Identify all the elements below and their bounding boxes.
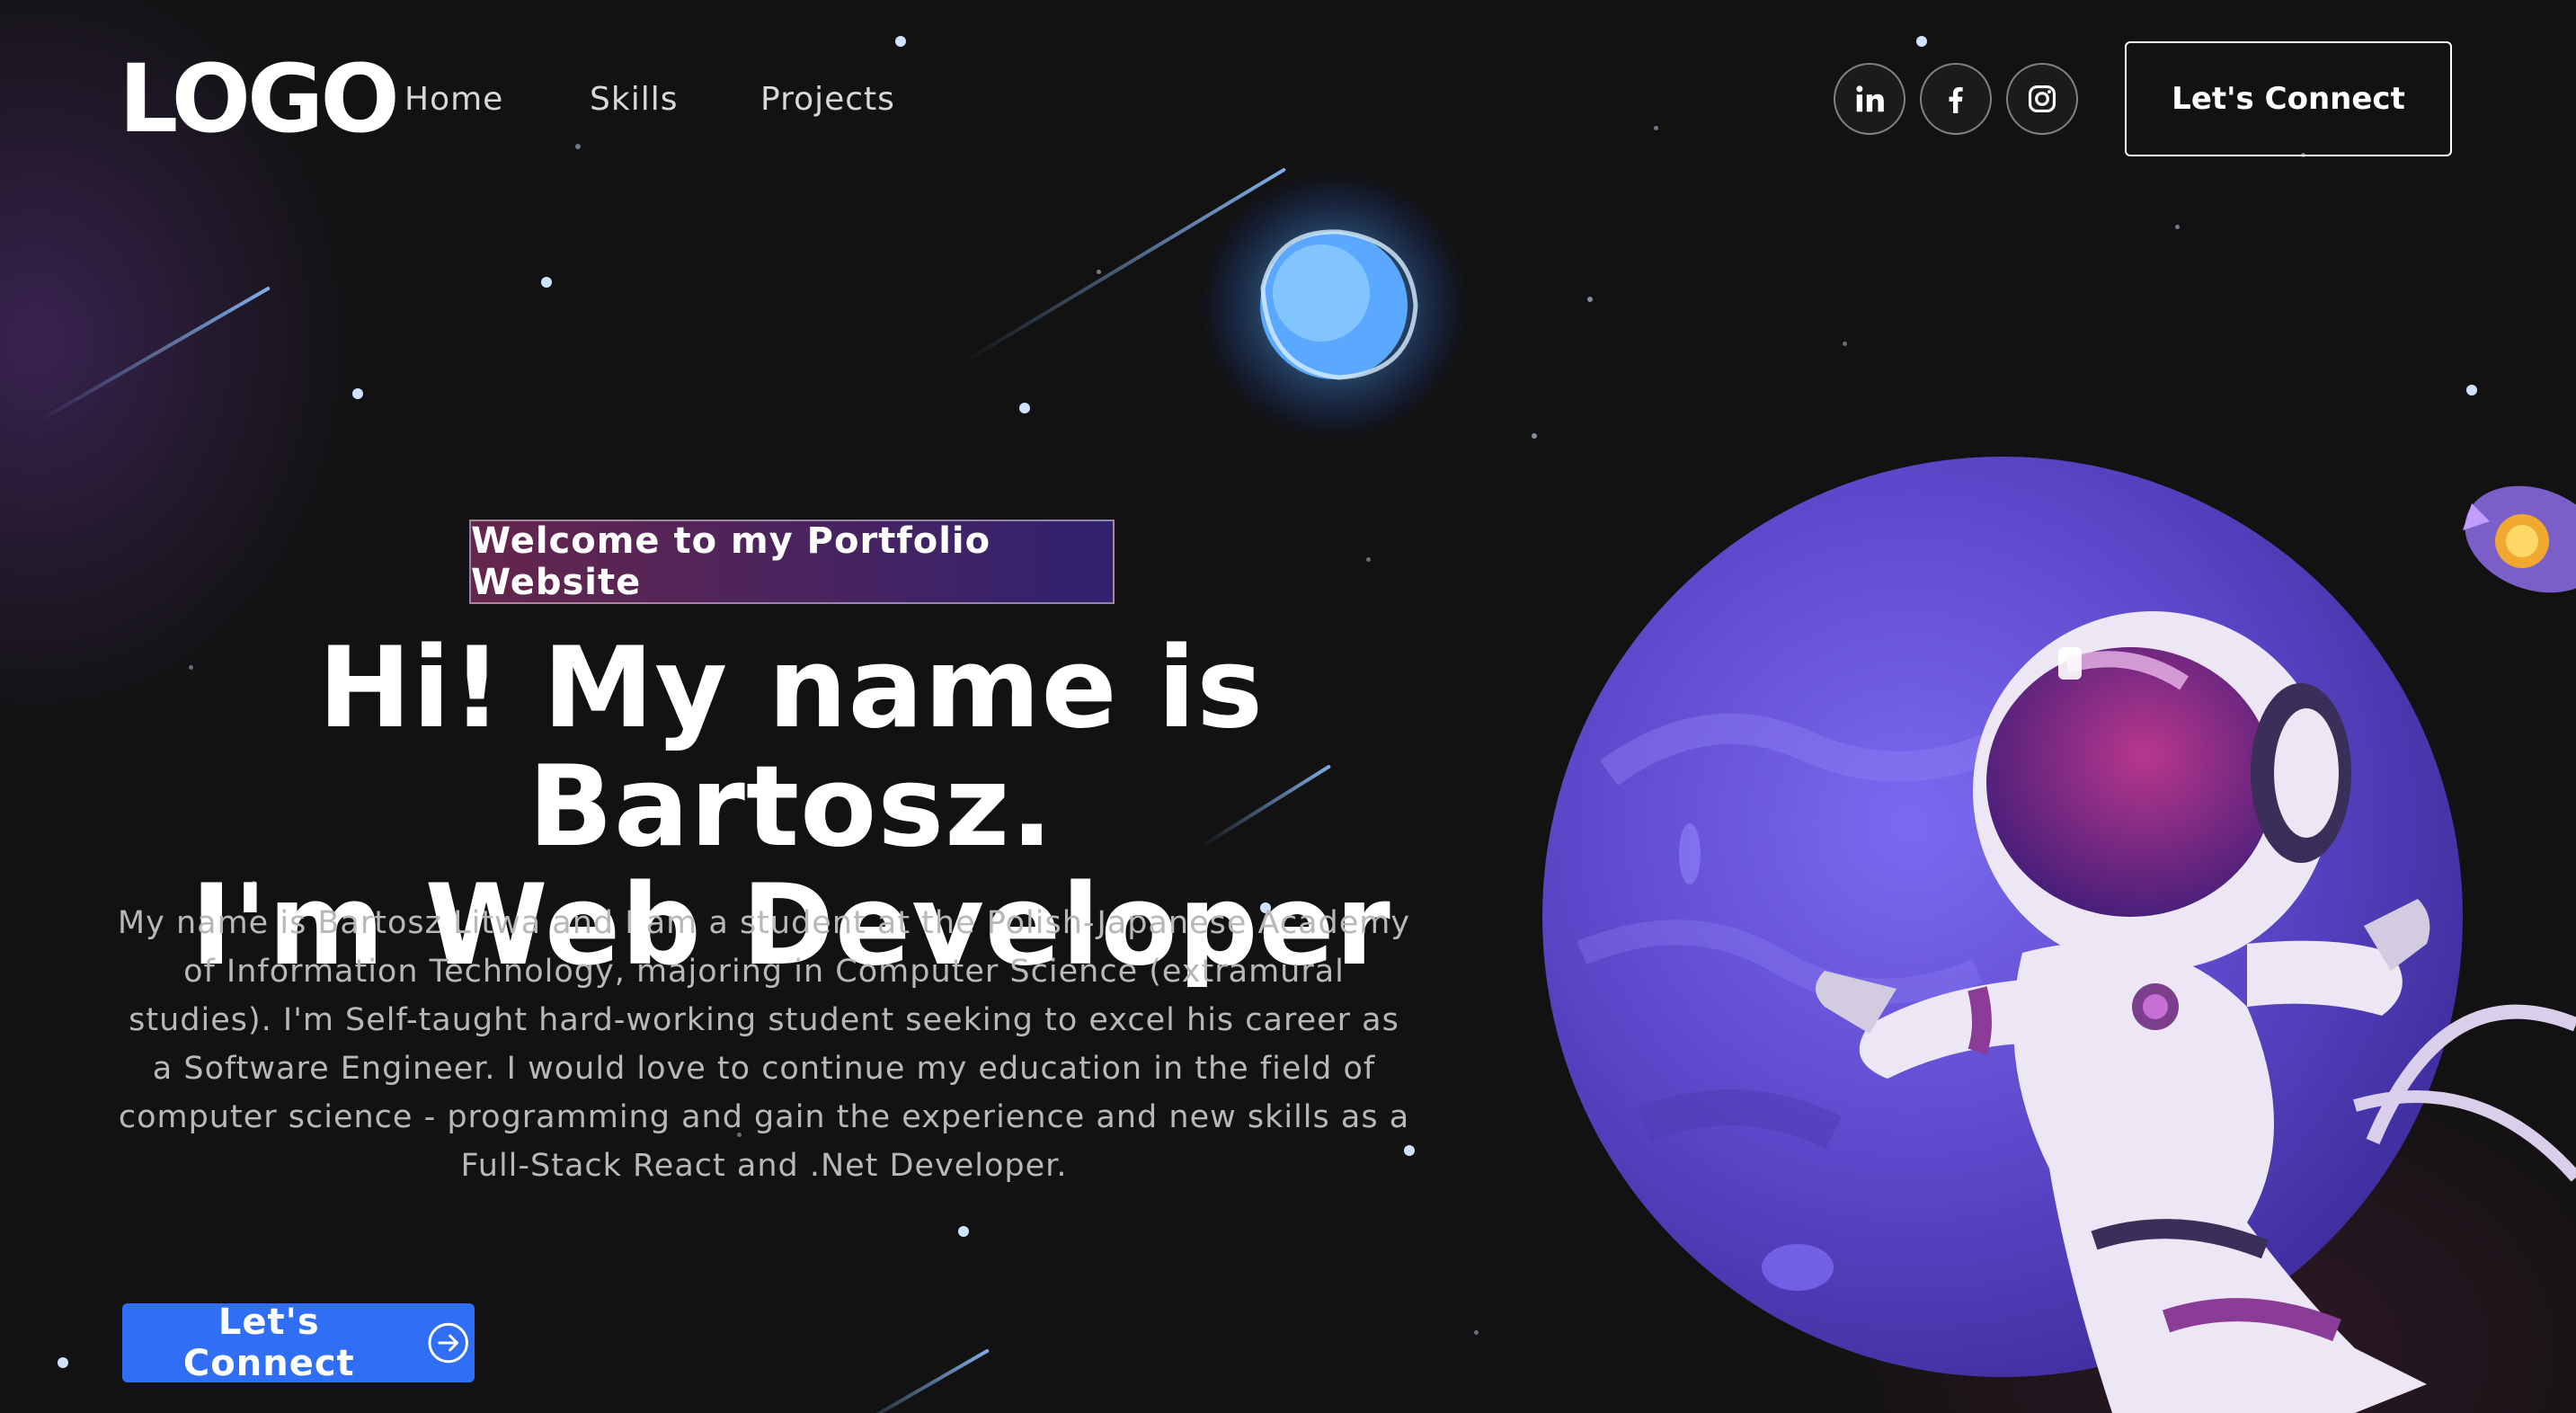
lets-connect-nav-button[interactable]: Let's Connect	[2125, 41, 2452, 156]
star	[2466, 385, 2477, 395]
star	[2432, 982, 2439, 989]
top-navbar: LOGO Home Skills Projects Let's Connect	[0, 0, 2576, 198]
welcome-tagline: Welcome to my Portfolio Website	[469, 520, 1115, 604]
star	[1366, 557, 1371, 562]
arrow-right-circle-icon	[428, 1322, 468, 1364]
star	[541, 277, 552, 288]
site-logo[interactable]: LOGO	[119, 52, 400, 146]
nav-link-skills[interactable]: Skills	[590, 81, 678, 118]
headline-line-1: Hi! My name is Bartosz.	[317, 624, 1265, 872]
instagram-icon	[2028, 84, 2056, 113]
linkedin-icon	[1856, 85, 1884, 112]
star	[352, 388, 363, 399]
star	[1843, 342, 1847, 346]
star	[1474, 1330, 1479, 1335]
lets-connect-cta-button[interactable]: Let's Connect	[122, 1302, 475, 1384]
star	[1019, 403, 1030, 413]
facebook-button[interactable]	[1920, 63, 1992, 135]
hero-description: My name is Bartosz Litwa and I am a stud…	[117, 905, 1411, 1184]
nav-link-home[interactable]: Home	[404, 81, 503, 118]
star	[1097, 270, 1101, 274]
shooting-star	[848, 1348, 990, 1413]
star	[958, 1226, 969, 1237]
cta-label: Let's Connect	[182, 1302, 355, 1384]
nav-link-projects[interactable]: Projects	[760, 81, 895, 118]
facebook-icon	[1949, 87, 1963, 113]
star	[1532, 433, 1537, 439]
linkedin-button[interactable]	[1834, 63, 1905, 135]
instagram-button[interactable]	[2006, 63, 2078, 135]
shooting-star	[35, 286, 271, 424]
star	[1587, 297, 1593, 302]
star	[2175, 225, 2180, 229]
star	[58, 1357, 68, 1368]
